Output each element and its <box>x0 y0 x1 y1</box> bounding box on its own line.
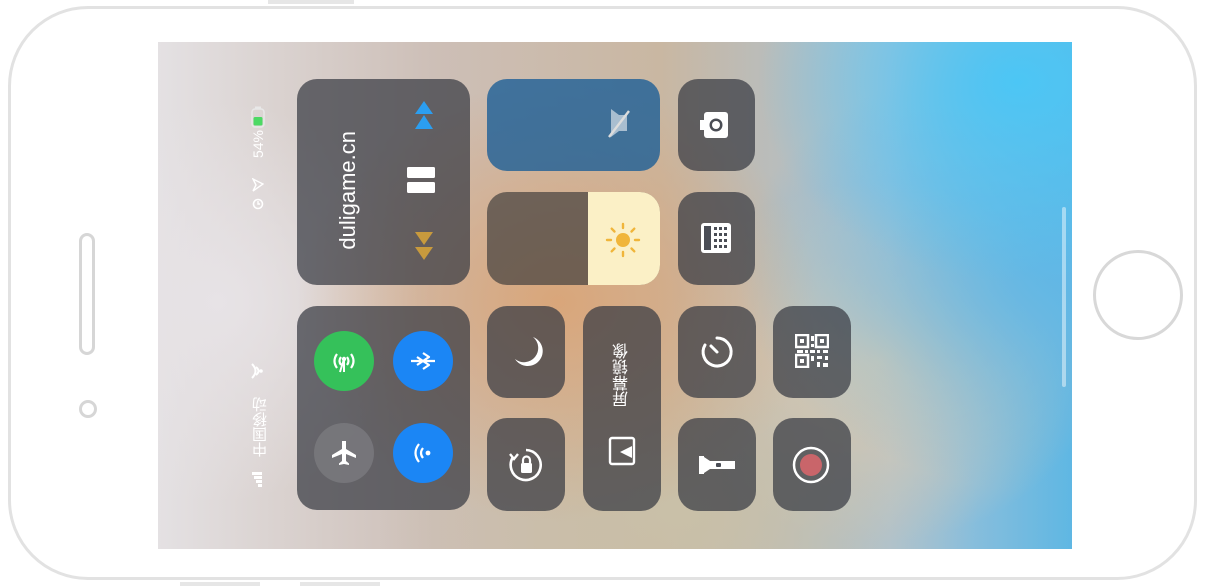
earpiece-speaker <box>79 233 95 355</box>
power-button <box>300 582 380 586</box>
rotation-lock-icon <box>507 446 545 484</box>
alarm-icon <box>252 198 264 210</box>
camera-icon <box>700 108 732 142</box>
screen-mirroring-icon <box>608 436 636 468</box>
screen-record-button[interactable] <box>773 418 851 511</box>
battery-icon <box>251 106 265 128</box>
screen-record-icon <box>791 445 831 485</box>
calculator-button[interactable] <box>678 192 755 285</box>
timer-button[interactable] <box>678 306 756 398</box>
airplane-mode-button[interactable] <box>314 423 374 483</box>
music-title: duligame.cn <box>335 131 360 250</box>
rotation-lock-button[interactable] <box>487 418 565 511</box>
mute-toggle[interactable] <box>487 79 660 171</box>
airdrop-button[interactable] <box>393 423 453 483</box>
cellular-data-icon <box>328 345 360 377</box>
location-icon <box>252 178 264 192</box>
signal-icon <box>250 472 264 490</box>
cellular-data-button[interactable] <box>314 331 374 391</box>
bluetooth-icon <box>408 349 438 373</box>
camera-button[interactable] <box>678 79 755 171</box>
brightness-icon <box>605 222 641 258</box>
screen-mirroring-button[interactable]: 屏幕镜像 <box>583 306 661 511</box>
home-button[interactable] <box>1093 250 1183 340</box>
connectivity-tile <box>297 306 470 510</box>
wifi-icon <box>251 362 265 380</box>
volume-button-bottom <box>180 582 260 586</box>
qr-code-scanner-button[interactable] <box>773 306 851 398</box>
timer-icon <box>699 334 735 370</box>
next-icon[interactable] <box>411 229 437 263</box>
do-not-disturb-icon <box>509 333 543 369</box>
qr-code-icon <box>795 334 829 368</box>
airdrop-icon <box>408 438 438 468</box>
control-center-screen: 中国移动 54% duligame.cn 屏幕镜像 <box>158 42 1072 549</box>
scroll-indicator <box>1062 207 1066 387</box>
screen-mirroring-label: 屏幕镜像 <box>614 343 631 407</box>
pause-icon[interactable] <box>405 165 437 195</box>
flashlight-icon <box>698 456 736 474</box>
calculator-icon <box>700 222 732 254</box>
battery-percentage: 54% <box>250 130 266 159</box>
previous-icon[interactable] <box>411 99 437 133</box>
flashlight-button[interactable] <box>678 418 756 511</box>
bluetooth-button[interactable] <box>393 331 453 391</box>
front-camera <box>79 400 97 418</box>
music-player-tile[interactable]: duligame.cn <box>297 79 470 285</box>
do-not-disturb-button[interactable] <box>487 306 565 398</box>
airplane-mode-icon <box>330 439 358 467</box>
volume-button-top <box>268 0 354 4</box>
brightness-slider[interactable] <box>487 192 660 285</box>
carrier-name: 中国移动 <box>252 397 269 457</box>
mute-icon <box>605 109 633 139</box>
